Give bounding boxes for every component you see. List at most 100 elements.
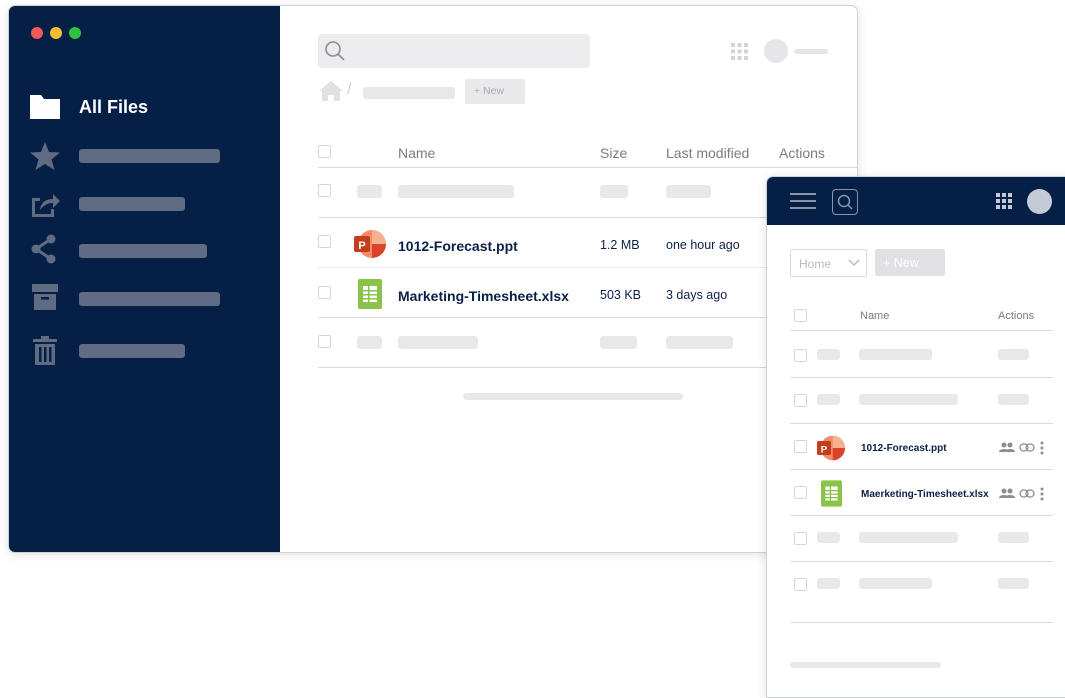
- file-name[interactable]: Marketing-Timesheet.xlsx: [398, 288, 569, 304]
- modified-placeholder: [666, 336, 733, 349]
- file-icon-placeholder: [817, 349, 840, 360]
- archive-icon: [32, 284, 58, 310]
- select-all-checkbox[interactable]: [318, 145, 331, 158]
- sidebar-item-placeholder: [79, 292, 220, 306]
- divider: [790, 515, 1053, 516]
- search-button[interactable]: [832, 189, 858, 215]
- breadcrumb-separator: /: [347, 81, 352, 98]
- file-name[interactable]: Maerketing-Timesheet.xlsx: [861, 489, 989, 500]
- svg-text:P: P: [358, 240, 365, 252]
- file-size-placeholder: [600, 185, 628, 198]
- column-header-name[interactable]: Name: [860, 310, 889, 322]
- new-button-label: + New: [883, 256, 919, 270]
- column-header-last-modified[interactable]: Last modified: [666, 145, 749, 161]
- new-button[interactable]: + New: [875, 249, 945, 276]
- column-header-actions: Actions: [779, 145, 825, 161]
- actions-placeholder: [998, 532, 1029, 543]
- home-icon[interactable]: [318, 80, 344, 102]
- divider: [790, 423, 1053, 424]
- file-name[interactable]: 1012-Forecast.ppt: [861, 443, 947, 454]
- file-name[interactable]: 1012-Forecast.ppt: [398, 238, 518, 254]
- column-header-size[interactable]: Size: [600, 145, 627, 161]
- row-checkbox[interactable]: [794, 394, 807, 407]
- divider: [790, 561, 1053, 562]
- spreadsheet-file-icon: [358, 279, 382, 309]
- file-size-placeholder: [600, 336, 637, 349]
- user-name-placeholder: [794, 49, 828, 54]
- actions-placeholder: [998, 394, 1029, 405]
- file-name-placeholder: [859, 532, 958, 543]
- trash-icon: [33, 336, 57, 365]
- file-icon-placeholder: [817, 532, 840, 543]
- search-icon: [325, 41, 345, 61]
- file-icon-placeholder: [357, 336, 382, 349]
- powerpoint-file-icon: P: [817, 435, 845, 461]
- file-modified: 3 days ago: [666, 288, 728, 302]
- location-select-value: Home: [799, 257, 832, 271]
- row-checkbox[interactable]: [318, 235, 331, 248]
- divider: [318, 167, 857, 168]
- divider: [790, 469, 1053, 470]
- search-input[interactable]: [318, 34, 590, 68]
- actions-placeholder: [998, 349, 1029, 360]
- row-checkbox[interactable]: [794, 440, 807, 453]
- people-icon[interactable]: [999, 442, 1015, 453]
- new-button[interactable]: + New: [465, 79, 525, 104]
- row-checkbox[interactable]: [318, 286, 331, 299]
- file-name-placeholder: [859, 394, 958, 405]
- row-checkbox[interactable]: [318, 335, 331, 348]
- more-vertical-icon[interactable]: [1040, 441, 1044, 455]
- select-all-checkbox[interactable]: [794, 309, 807, 322]
- shared-icon: [32, 194, 60, 217]
- file-name-placeholder: [398, 336, 478, 349]
- file-name-placeholder: [859, 349, 932, 360]
- hamburger-menu-icon[interactable]: [790, 192, 816, 210]
- file-name-placeholder: [398, 185, 514, 198]
- file-size: 503 KB: [600, 288, 642, 302]
- actions-placeholder: [998, 578, 1029, 589]
- avatar[interactable]: [1027, 189, 1052, 214]
- sidebar-item-placeholder: [79, 197, 185, 211]
- row-checkbox[interactable]: [318, 184, 331, 197]
- file-icon-placeholder: [357, 185, 382, 198]
- modified-placeholder: [666, 185, 711, 198]
- link-icon[interactable]: [1019, 443, 1035, 452]
- svg-text:P: P: [821, 444, 828, 455]
- share-icon: [31, 234, 56, 264]
- file-icon-placeholder: [817, 394, 840, 405]
- chevron-down-icon: [848, 259, 860, 267]
- desktop-window: All Files / + New Name Size Last modifie…: [8, 5, 858, 553]
- apps-grid-icon[interactable]: [731, 43, 748, 60]
- row-checkbox[interactable]: [794, 349, 807, 362]
- close-window-button[interactable]: [31, 27, 43, 39]
- file-modified: one hour ago: [666, 238, 740, 252]
- row-checkbox[interactable]: [794, 532, 807, 545]
- sidebar: All Files: [9, 6, 280, 552]
- search-icon: [837, 194, 853, 210]
- people-icon[interactable]: [999, 488, 1015, 499]
- more-vertical-icon[interactable]: [1040, 487, 1044, 501]
- column-header-actions: Actions: [998, 310, 1035, 322]
- sidebar-item-label: All Files: [79, 97, 149, 117]
- breadcrumb-folder-placeholder[interactable]: [363, 87, 455, 99]
- file-size: 1.2 MB: [600, 238, 640, 252]
- apps-grid-icon[interactable]: [996, 193, 1012, 209]
- horizontal-scrollbar[interactable]: [463, 393, 683, 400]
- divider: [790, 622, 1053, 623]
- column-header-name[interactable]: Name: [398, 145, 435, 161]
- horizontal-scrollbar[interactable]: [790, 662, 941, 668]
- row-checkbox[interactable]: [794, 486, 807, 499]
- divider: [790, 330, 1053, 331]
- file-name-placeholder: [859, 578, 932, 589]
- row-checkbox[interactable]: [794, 578, 807, 591]
- maximize-window-button[interactable]: [69, 27, 81, 39]
- mobile-window: Home + New Name Actions P 1012-Forecast.…: [766, 176, 1065, 698]
- avatar[interactable]: [764, 39, 788, 63]
- minimize-window-button[interactable]: [50, 27, 62, 39]
- location-select[interactable]: Home: [790, 249, 867, 277]
- folder-icon: [30, 95, 60, 119]
- sidebar-item-placeholder: [79, 149, 220, 163]
- divider: [790, 377, 1053, 378]
- star-icon: [30, 142, 60, 170]
- link-icon[interactable]: [1019, 489, 1035, 498]
